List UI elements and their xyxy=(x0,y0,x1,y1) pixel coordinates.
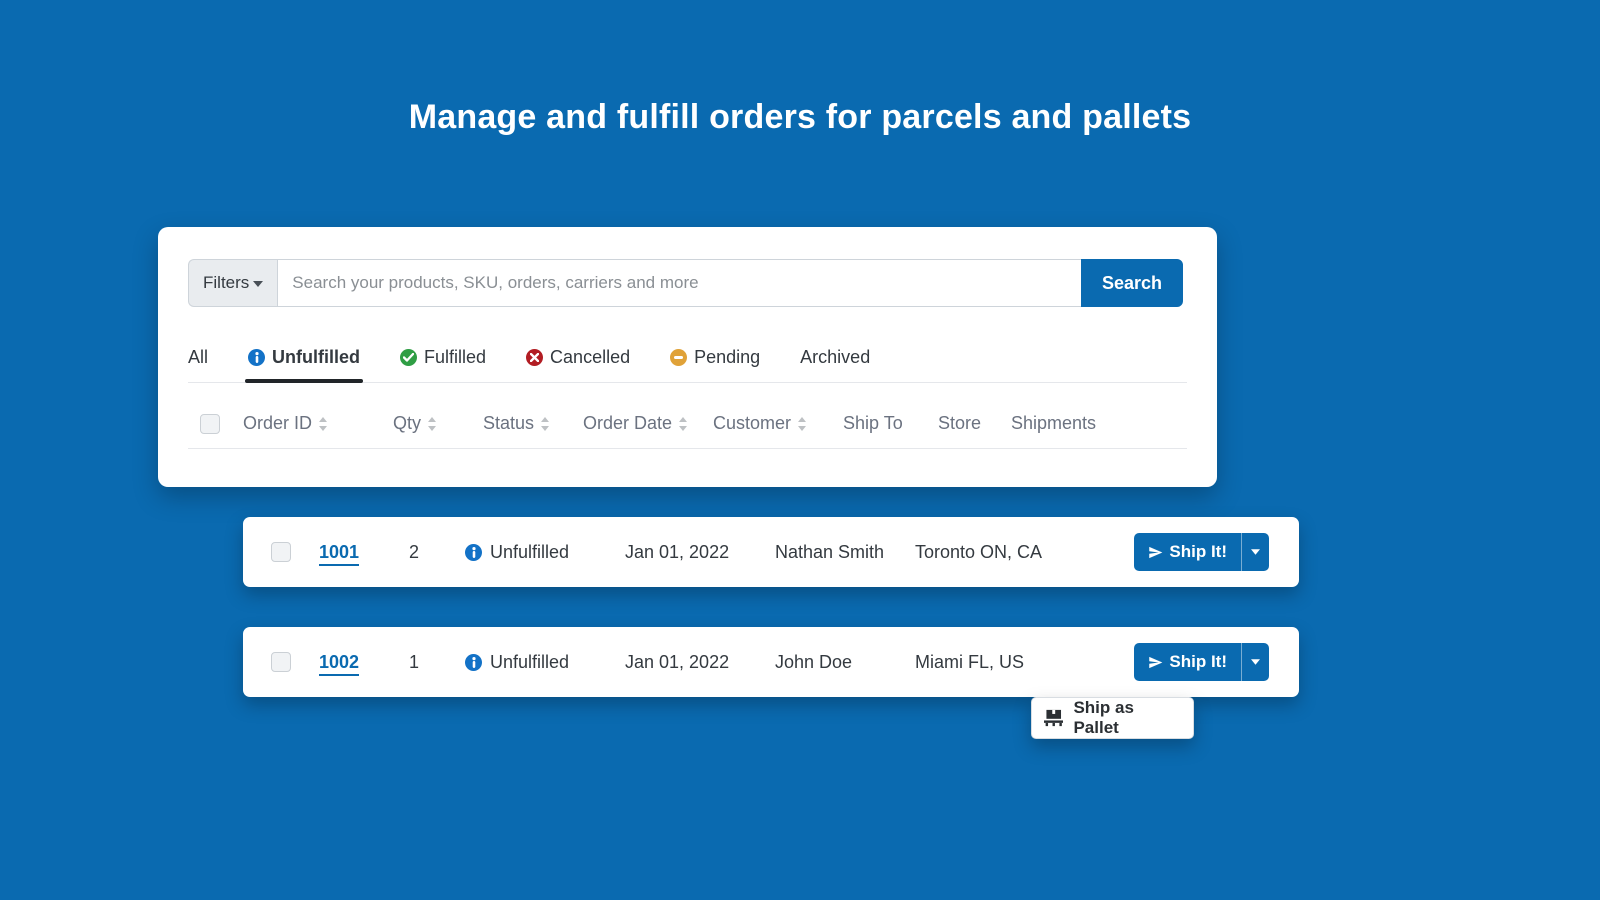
select-all-checkbox[interactable] xyxy=(200,414,220,434)
check-icon xyxy=(400,349,417,366)
order-status: Unfulfilled xyxy=(465,542,625,563)
tab-unfulfilled[interactable]: Unfulfilled xyxy=(248,347,360,382)
column-label: Shipments xyxy=(1011,413,1096,434)
dropdown-label: Ship as Pallet xyxy=(1073,698,1181,738)
order-customer: Nathan Smith xyxy=(775,542,915,563)
info-icon xyxy=(465,654,482,671)
order-qty: 2 xyxy=(409,542,465,563)
tab-label: Archived xyxy=(800,347,870,368)
info-icon xyxy=(248,349,265,366)
paper-plane-icon xyxy=(1148,545,1163,560)
orders-panel: Filters Search All Unfulfilled Fulfilled xyxy=(158,227,1217,487)
tab-label: Fulfilled xyxy=(424,347,486,368)
order-date: Jan 01, 2022 xyxy=(625,542,775,563)
column-label: Ship To xyxy=(843,413,903,434)
caret-down-icon xyxy=(253,281,263,287)
ship-button-label: Ship It! xyxy=(1169,542,1227,562)
tab-archived[interactable]: Archived xyxy=(800,347,870,382)
ship-it-button[interactable]: Ship It! xyxy=(1134,533,1241,571)
order-id-link[interactable]: 1001 xyxy=(319,542,359,566)
status-tabs: All Unfulfilled Fulfilled Cancelled P xyxy=(188,347,1187,383)
order-row: 1002 1 Unfulfilled Jan 01, 2022 John Doe… xyxy=(243,627,1299,697)
column-label: Store xyxy=(938,413,981,434)
column-label: Status xyxy=(483,413,534,434)
order-row: 1001 2 Unfulfilled Jan 01, 2022 Nathan S… xyxy=(243,517,1299,587)
info-icon xyxy=(465,544,482,561)
order-ship-to: Miami FL, US xyxy=(915,652,1085,673)
ship-as-pallet-option[interactable]: Ship as Pallet xyxy=(1031,697,1194,739)
minus-icon xyxy=(670,349,687,366)
paper-plane-icon xyxy=(1148,655,1163,670)
column-label: Qty xyxy=(393,413,421,434)
column-ship-to: Ship To xyxy=(843,413,938,434)
sort-icon xyxy=(540,417,550,431)
tab-pending[interactable]: Pending xyxy=(670,347,760,382)
order-qty: 1 xyxy=(409,652,465,673)
sort-icon xyxy=(678,417,688,431)
caret-down-icon xyxy=(1251,549,1260,555)
order-id-link[interactable]: 1002 xyxy=(319,652,359,676)
order-date: Jan 01, 2022 xyxy=(625,652,775,673)
row-checkbox[interactable] xyxy=(271,652,291,672)
page-title: Manage and fulfill orders for parcels an… xyxy=(0,0,1600,137)
search-input[interactable] xyxy=(277,259,1081,307)
tab-label: Cancelled xyxy=(550,347,630,368)
column-label: Customer xyxy=(713,413,791,434)
sort-icon xyxy=(427,417,437,431)
column-order-date[interactable]: Order Date xyxy=(583,413,713,434)
order-customer: John Doe xyxy=(775,652,915,673)
tab-label: Pending xyxy=(694,347,760,368)
pallet-icon xyxy=(1044,709,1063,727)
caret-down-icon xyxy=(1251,659,1260,665)
row-checkbox[interactable] xyxy=(271,542,291,562)
filters-label: Filters xyxy=(203,273,249,293)
column-qty[interactable]: Qty xyxy=(393,413,483,434)
column-shipments: Shipments xyxy=(1011,413,1111,434)
column-label: Order Date xyxy=(583,413,672,434)
search-bar: Filters Search xyxy=(188,259,1183,307)
ship-dropdown-toggle[interactable] xyxy=(1241,533,1269,571)
tab-label: Unfulfilled xyxy=(272,347,360,368)
column-label: Order ID xyxy=(243,413,312,434)
tab-fulfilled[interactable]: Fulfilled xyxy=(400,347,486,382)
tab-cancelled[interactable]: Cancelled xyxy=(526,347,630,382)
order-ship-to: Toronto ON, CA xyxy=(915,542,1085,563)
x-icon xyxy=(526,349,543,366)
status-label: Unfulfilled xyxy=(490,652,569,673)
order-status: Unfulfilled xyxy=(465,652,625,673)
search-button[interactable]: Search xyxy=(1081,259,1183,307)
ship-dropdown-toggle[interactable] xyxy=(1241,643,1269,681)
column-customer[interactable]: Customer xyxy=(713,413,843,434)
column-store: Store xyxy=(938,413,1011,434)
column-status[interactable]: Status xyxy=(483,413,583,434)
column-order-id[interactable]: Order ID xyxy=(243,413,393,434)
active-tab-underline xyxy=(245,379,363,383)
ship-it-button[interactable]: Ship It! xyxy=(1134,643,1241,681)
filters-button[interactable]: Filters xyxy=(188,259,277,307)
tab-label: All xyxy=(188,347,208,368)
ship-button-label: Ship It! xyxy=(1169,652,1227,672)
sort-icon xyxy=(797,417,807,431)
status-label: Unfulfilled xyxy=(490,542,569,563)
tab-all[interactable]: All xyxy=(188,347,208,382)
table-header: Order ID Qty Status Order Date Customer … xyxy=(188,399,1187,449)
sort-icon xyxy=(318,417,328,431)
